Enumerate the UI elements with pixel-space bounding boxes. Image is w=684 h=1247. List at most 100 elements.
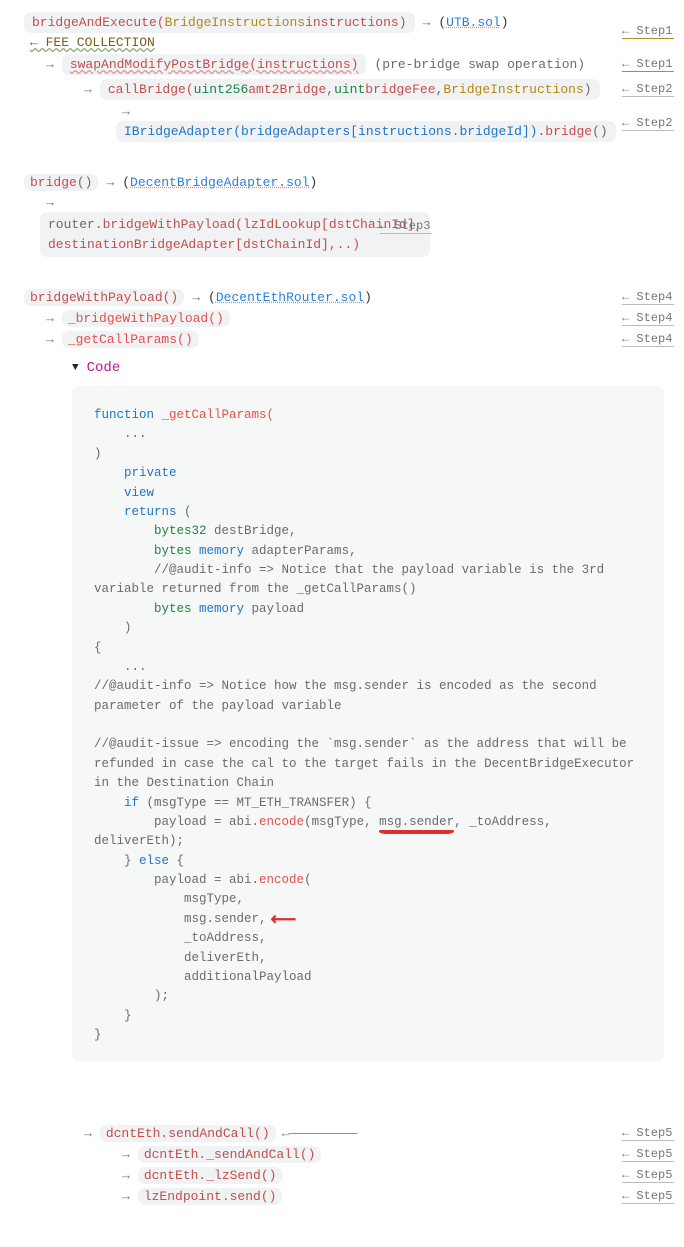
fee-collection-note: ← FEE COLLECTION	[30, 35, 155, 50]
fn: lzEndpoint.send()	[144, 1189, 277, 1204]
fn: dcntEth.sendAndCall()	[106, 1126, 270, 1141]
fn: bridgeWithPayload(lzIdLookup[dstChainId]…	[48, 217, 422, 252]
code-line: _toAddress,	[94, 931, 267, 945]
kw: memory	[199, 602, 244, 616]
step-label: ← Step2	[622, 82, 674, 97]
back-reference-line: ←——————————	[282, 1126, 357, 1141]
comment: //@audit-info => Notice that the payload…	[94, 563, 612, 596]
ty: bytes	[94, 602, 199, 616]
code-line: )	[94, 621, 132, 635]
step-label: ← Step3	[380, 219, 432, 234]
kw: returns	[94, 505, 177, 519]
code-line: additionalPayload	[94, 970, 312, 984]
kw: else	[139, 854, 169, 868]
chip-callBridge: callBridge(uint256 amt2Bridge, uint brid…	[100, 79, 600, 100]
step-label: ← Step2	[622, 116, 674, 131]
arrow-right: →	[122, 104, 130, 119]
call-callBridge: → callBridge(uint256 amt2Bridge, uint br…	[0, 77, 684, 102]
code-line: )	[94, 447, 102, 461]
code-line: {	[169, 854, 184, 868]
kw: private	[94, 466, 177, 480]
chip-router-bwp: router.bridgeWithPayload(lzIdLookup[dstC…	[40, 212, 430, 257]
code-line: msgType,	[94, 892, 244, 906]
fn: bridge	[30, 175, 77, 190]
file-link-decentbridgeadapter[interactable]: DecentBridgeAdapter.sol	[130, 175, 309, 190]
type: uint256	[194, 82, 249, 97]
file-ref: (DecentBridgeAdapter.sol)	[122, 175, 317, 190]
call-dcntEth-_lzSend: → dcntEth._lzSend() ← Step5	[0, 1165, 684, 1186]
arrow-right: →	[423, 15, 431, 30]
arrow-right: →	[106, 175, 114, 190]
type: BridgeInstructions	[443, 82, 583, 97]
code-line: );	[94, 989, 169, 1003]
code-line: payload	[244, 602, 304, 616]
call-ibridgeadapter: → IBridgeAdapter(bridgeAdapters[instruct…	[0, 102, 684, 144]
fn: dcntEth._sendAndCall()	[144, 1147, 316, 1162]
step-label: ← Step4	[622, 332, 674, 347]
fn: bridgeAndExecute(	[32, 15, 165, 30]
arrow-right: →	[46, 332, 54, 347]
chip-sendAndCall: dcntEth.sendAndCall()	[100, 1125, 276, 1142]
arrow-right: →	[46, 311, 54, 326]
code-block-getcallparams: function _getCallParams( ... ) private v…	[72, 386, 664, 1061]
code-line: destBridge,	[207, 524, 297, 538]
code-line: adapterParams,	[244, 544, 357, 558]
fn: callBridge(	[108, 82, 194, 97]
chip-ibridgeadapter: IBridgeAdapter(bridgeAdapters[instructio…	[116, 121, 616, 142]
highlight-msg-sender-arrow-target: msg.sender,	[94, 912, 267, 926]
comment: //@audit-info => Notice how the msg.send…	[94, 679, 604, 712]
code-line: (	[304, 873, 312, 887]
note-prebridge: (pre-bridge swap operation)	[374, 57, 585, 72]
fn: dcntEth._lzSend()	[144, 1168, 277, 1183]
file-link-decentethrouter[interactable]: DecentEthRouter.sol	[216, 290, 364, 305]
chip-_getCallParams: _getCallParams()	[62, 331, 199, 348]
ty: bytes	[94, 544, 199, 558]
paren: )	[584, 82, 592, 97]
call-dcntEth-_sendAndCall: → dcntEth._sendAndCall() ← Step5	[0, 1144, 684, 1165]
chip-bridge: bridge()	[24, 174, 98, 191]
type: uint	[334, 82, 365, 97]
file-link-utb[interactable]: UTB.sol	[446, 15, 501, 30]
paren: )	[399, 15, 407, 30]
call-router-bridgeWithPayload: → router.bridgeWithPayload(lzIdLookup[ds…	[0, 193, 684, 259]
arrow-right: →	[122, 1189, 130, 1204]
code-line: }	[94, 854, 139, 868]
code-line: }	[94, 1009, 132, 1023]
fn: encode	[259, 815, 304, 829]
sep: ,	[326, 82, 334, 97]
blank-line	[94, 718, 102, 732]
highlight-msg-sender-underline: msg.sender	[379, 815, 454, 829]
code-line: (	[177, 505, 192, 519]
arg: instructions	[305, 15, 399, 30]
arg: amt2Bridge	[248, 82, 326, 97]
chip-bridgeWithPayload: bridgeWithPayload()	[24, 289, 184, 306]
arrow-right: →	[46, 57, 54, 72]
file-ref: (DecentEthRouter.sol)	[208, 290, 372, 305]
sep: ,	[436, 82, 444, 97]
chip-_bridgeWithPayload: _bridgeWithPayload()	[62, 310, 230, 327]
step-label: ← Step5	[622, 1147, 674, 1162]
step-label: ← Step5	[622, 1126, 674, 1141]
call-bridgeAndExecute: bridgeAndExecute(BridgeInstructions inst…	[0, 10, 684, 52]
fn: _getCallParams()	[68, 332, 193, 347]
arrow-right: →	[84, 1126, 92, 1141]
arrow-right: →	[46, 195, 54, 210]
fn: swapAndModifyPostBridge(instructions)	[70, 57, 359, 72]
code-line: {	[94, 641, 102, 655]
kw: function	[94, 408, 154, 422]
fn: encode	[259, 873, 304, 887]
code-line: payload = abi.	[94, 873, 259, 887]
arrow-right: →	[84, 82, 92, 97]
kw: view	[94, 486, 154, 500]
chevron-down-icon: ▼	[72, 362, 79, 374]
call-lzEndpoint-send: → lzEndpoint.send() ← Step5	[0, 1186, 684, 1207]
call-_getCallParams: → _getCallParams() ← Step4	[0, 329, 684, 350]
call-dcntEth-sendAndCall: → dcntEth.sendAndCall() ←—————————— ← St…	[0, 1123, 684, 1144]
fn: _getCallParams(	[154, 408, 274, 422]
call-_bridgeWithPayload: → _bridgeWithPayload() ← Step4	[0, 308, 684, 329]
code-line: payload = abi.	[94, 815, 259, 829]
step-label: ← Step1	[622, 24, 674, 39]
file-ref: (UTB.sol)	[438, 15, 508, 30]
code-toggle[interactable]: ▼ Code	[72, 360, 684, 376]
chip-swapmodify: swapAndModifyPostBridge(instructions)	[62, 54, 367, 75]
